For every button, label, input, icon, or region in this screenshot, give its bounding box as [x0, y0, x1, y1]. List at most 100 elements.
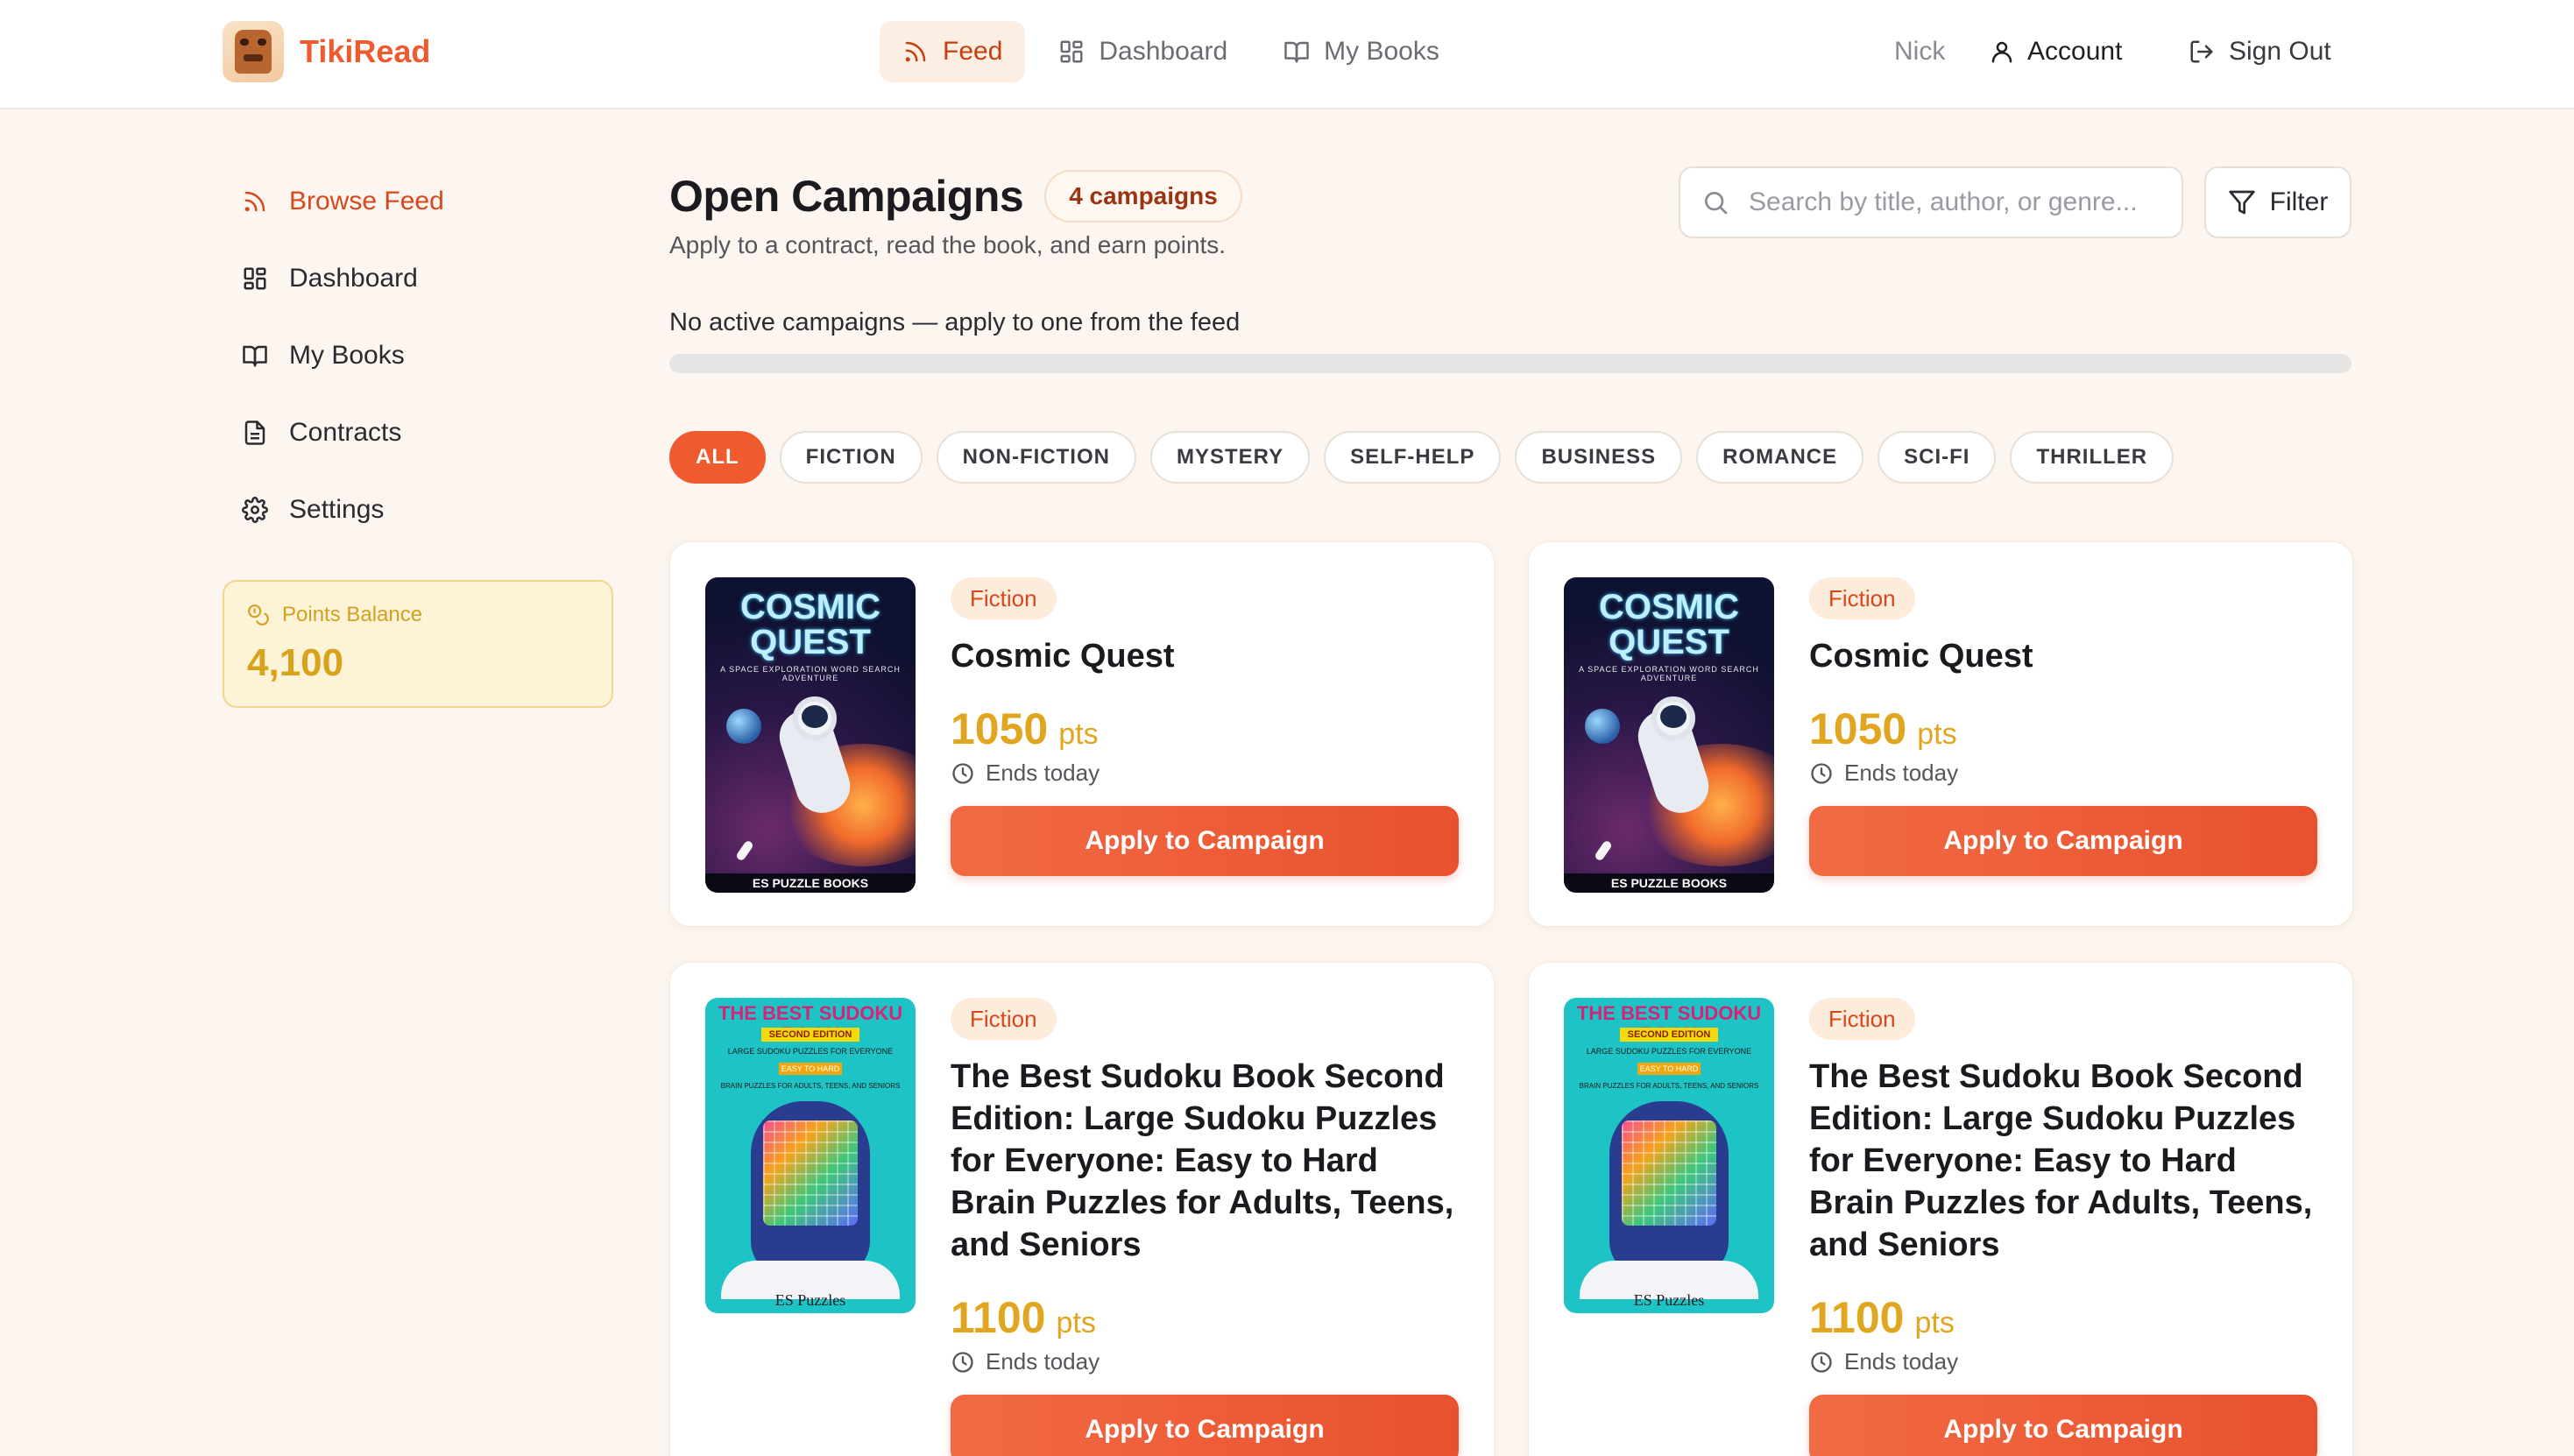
book-cover[interactable]: THE BEST SUDOKU BOOKSECOND EDITIONLARGE … [1564, 998, 1774, 1313]
campaign-count-badge: 4 campaigns [1044, 170, 1242, 223]
sidebar-item-dashboard[interactable]: Dashboard [223, 240, 613, 317]
rss-icon [244, 191, 265, 212]
cover-audience: BRAIN PUZZLES FOR ADULTS, TEENS, AND SEN… [1579, 1082, 1759, 1090]
cover-title: COSMIC QUEST [740, 588, 880, 661]
clock-icon [952, 1351, 973, 1373]
deadline: Ends today [951, 1348, 1459, 1375]
user-name: Nick [1894, 37, 1946, 66]
sidebar-item-settings[interactable]: Settings [223, 471, 613, 548]
sudoku-face-illustration [751, 1101, 870, 1276]
genre-pill: Fiction [1809, 577, 1915, 619]
campaign-card: COSMIC QUEST A SPACE EXPLORATION WORD SEA… [1528, 541, 2353, 927]
rss-icon [905, 41, 926, 62]
book-title[interactable]: Cosmic Quest [1809, 635, 2317, 677]
cover-audience: BRAIN PUZZLES FOR ADULTS, TEENS, AND SEN… [720, 1082, 901, 1090]
deadline-label: Ends today [986, 760, 1100, 786]
deadline: Ends today [951, 760, 1459, 787]
account-label: Account [2027, 37, 2123, 66]
genre-chip-thriller[interactable]: THRILLER [2010, 431, 2174, 484]
filter-button[interactable]: Filter [2204, 166, 2351, 238]
sidebar-item-my-books[interactable]: My Books [223, 317, 613, 394]
cover-edition: SECOND EDITION [1620, 1028, 1718, 1042]
dashboard-icon [1060, 40, 1083, 63]
coins-icon [248, 604, 269, 626]
topnav-my-books-label: My Books [1324, 37, 1439, 66]
clock-icon [1811, 1351, 1832, 1373]
search-icon [1705, 192, 1728, 215]
topnav-feed[interactable]: Feed [880, 21, 1026, 82]
points-value: 1050 [1809, 704, 1907, 753]
points-unit: pts [1056, 1306, 1096, 1339]
apply-to-campaign-button[interactable]: Apply to Campaign [951, 1395, 1459, 1456]
topnav-dashboard-label: Dashboard [1099, 37, 1228, 66]
sidebar-item-label: My Books [289, 341, 405, 370]
genre-chip-fiction[interactable]: FICTION [779, 431, 923, 484]
points-unit: pts [1914, 1306, 1955, 1339]
active-campaigns-message: No active campaigns — apply to one from … [669, 308, 1241, 336]
top-bar: TikiRead Feed Dashboard My Books Nick Ac… [0, 0, 2574, 110]
filter-label: Filter [2269, 187, 2329, 216]
topnav-feed-label: Feed [943, 37, 1003, 66]
book-title[interactable]: The Best Sudoku Book Second Edition: Lar… [951, 1056, 1459, 1266]
campaign-card: COSMIC QUEST A SPACE EXPLORATION WORD SEA… [669, 541, 1495, 927]
campaign-info: Fiction The Best Sudoku Book Second Edit… [951, 998, 1459, 1456]
account-button[interactable]: Account [1989, 21, 2122, 82]
points-value: 1100 [1809, 1293, 1905, 1342]
genre-pill: Fiction [951, 577, 1057, 619]
filter-icon [2228, 190, 2255, 215]
points-value: 1050 [951, 704, 1049, 753]
page-subtitle: Apply to a contract, read the book, and … [669, 231, 1227, 258]
campaign-info: Fiction The Best Sudoku Book Second Edit… [1809, 998, 2317, 1456]
apply-to-campaign-button[interactable]: Apply to Campaign [1809, 1395, 2317, 1456]
campaign-card: THE BEST SUDOKU BOOKSECOND EDITIONLARGE … [1528, 962, 2353, 1456]
apply-to-campaign-button[interactable]: Apply to Campaign [1809, 806, 2317, 876]
genre-filter-chips: ALL FICTION NON-FICTION MYSTERY SELF-HELP BUS… [669, 431, 2174, 484]
sidebar-item-browse-feed[interactable]: Browse Feed [223, 163, 613, 240]
points-value: 1100 [951, 1293, 1046, 1342]
cover-subtitle: A SPACE EXPLORATION WORD SEARCH ADVENTUR… [1579, 665, 1759, 682]
genre-chip-romance[interactable]: ROMANCE [1696, 431, 1864, 484]
sidebar-item-contracts[interactable]: Contracts [223, 394, 613, 471]
planet-illustration [1585, 709, 1620, 744]
brand[interactable]: TikiRead [223, 21, 430, 82]
genre-pill: Fiction [951, 998, 1057, 1040]
search-input[interactable] [1749, 187, 2152, 217]
gear-icon [242, 497, 268, 523]
cover-publisher: ES PUZZLE BOOKS [1564, 873, 1774, 893]
apply-to-campaign-button[interactable]: Apply to Campaign [951, 806, 1459, 876]
genre-chip-non-fiction[interactable]: NON-FICTION [936, 431, 1136, 484]
book-cover[interactable]: COSMIC QUEST A SPACE EXPLORATION WORD SEA… [705, 577, 916, 893]
genre-chip-sci-fi[interactable]: SCI-FI [1877, 431, 1997, 484]
genre-chip-mystery[interactable]: MYSTERY [1149, 431, 1311, 484]
title-row: Open Campaigns 4 campaigns [669, 170, 1242, 223]
sidebar-item-label: Dashboard [289, 264, 418, 293]
genre-chip-all[interactable]: ALL [669, 431, 766, 484]
genre-chip-business[interactable]: BUSINESS [1515, 431, 1683, 484]
sign-out-button[interactable]: Sign Out [2189, 21, 2331, 82]
tiki-logo-icon [223, 21, 284, 82]
sidebar: Browse Feed Dashboard My Books Contracts… [223, 163, 613, 548]
search-box[interactable] [1679, 166, 2183, 238]
brand-name: TikiRead [300, 33, 431, 69]
topnav-my-books[interactable]: My Books [1261, 21, 1462, 82]
cover-difficulty: EASY TO HARD [779, 1063, 842, 1075]
book-title[interactable]: The Best Sudoku Book Second Edition: Lar… [1809, 1056, 2317, 1266]
cover-difficulty: EASY TO HARD [1637, 1063, 1701, 1075]
points-balance-card: Points Balance 4,100 [223, 580, 613, 708]
genre-chip-self-help[interactable]: SELF-HELP [1324, 431, 1502, 484]
topnav-dashboard[interactable]: Dashboard [1036, 21, 1250, 82]
page-title: Open Campaigns [669, 172, 1024, 221]
deadline-label: Ends today [1844, 760, 1959, 786]
book-cover[interactable]: THE BEST SUDOKU BOOKSECOND EDITIONLARGE … [705, 998, 916, 1313]
book-open-icon [243, 345, 267, 367]
cover-publisher: ES Puzzles [774, 1291, 846, 1309]
book-title[interactable]: Cosmic Quest [951, 635, 1459, 677]
cover-title: COSMIC QUEST [1599, 588, 1739, 661]
points-balance-label: Points Balance [282, 603, 423, 626]
points-reward: 1100 pts [951, 1292, 1459, 1343]
points-balance-header: Points Balance [247, 603, 589, 627]
book-cover[interactable]: COSMIC QUEST A SPACE EXPLORATION WORD SEA… [1564, 577, 1774, 893]
log-out-icon [2190, 40, 2213, 63]
deadline-label: Ends today [1844, 1348, 1959, 1375]
points-unit: pts [1917, 717, 1957, 751]
